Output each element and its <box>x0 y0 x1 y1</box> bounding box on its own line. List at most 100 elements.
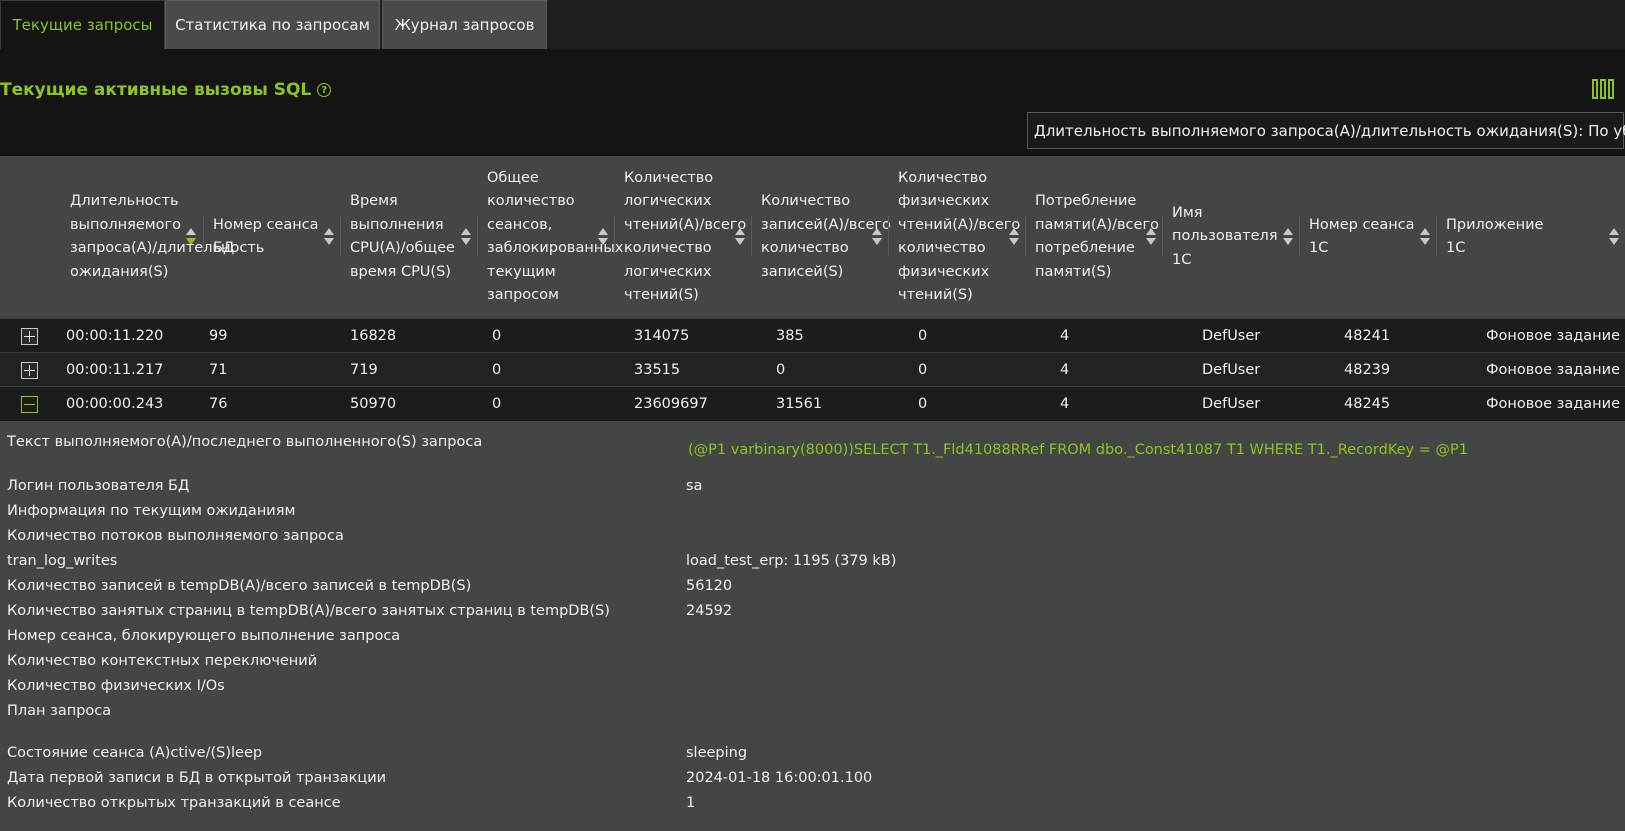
table-cell: 50970 <box>350 396 397 412</box>
table-cell: 4 <box>1060 396 1070 412</box>
table-cell: 71 <box>209 362 228 378</box>
detail-label: Номер сеанса, блокирующего выполнение за… <box>7 628 401 644</box>
column-header[interactable]: Имя пользователя 1С <box>1162 156 1299 318</box>
table-cell: 16828 <box>350 328 397 344</box>
table-row[interactable]: 00:00:11.220 99 16828 0 314075 385 0 4 DefUser 48… <box>0 318 1625 352</box>
detail-value: 1 <box>686 795 696 811</box>
detail-label: Количество контекстных переключений <box>7 653 318 669</box>
sort-arrows-icon[interactable] <box>1146 228 1156 246</box>
column-header-label: Номер сеанса БД <box>213 216 319 257</box>
table-row[interactable]: 00:00:11.217 71 719 0 33515 0 0 4 DefUser 48239 Фо… <box>0 352 1625 386</box>
detail-label: Информация по текущим ожиданиям <box>7 503 296 519</box>
detail-value: load_test_erp: 1195 (379 kB) <box>686 553 897 569</box>
table-cell: DefUser <box>1202 396 1261 412</box>
tab-bar: Текущие запросы Статистика по запросам Ж… <box>0 0 1625 49</box>
detail-label: Текст выполняемого(A)/последнего выполне… <box>7 434 483 450</box>
table-cell: 4 <box>1060 328 1070 344</box>
column-header[interactable]: Количество физических чтений(A)/всего ко… <box>888 156 1025 318</box>
detail-label: Количество записей в tempDB(A)/всего зап… <box>7 578 472 594</box>
table-cell: 719 <box>350 362 378 378</box>
collapse-icon[interactable] <box>21 396 38 413</box>
detail-value: 24592 <box>686 603 733 619</box>
table-cell: 31561 <box>776 396 823 412</box>
column-header[interactable]: Потребление памяти(A)/всего потребление … <box>1025 156 1162 318</box>
table-cell: 0 <box>492 362 502 378</box>
column-header[interactable]: Длительность выполняемого запроса(A)/дли… <box>60 156 264 318</box>
help-circle-icon[interactable]: ? <box>317 83 332 97</box>
column-header-label: Приложение 1С <box>1446 216 1544 257</box>
column-header-label: Количество логических чтений(A)/всего ко… <box>624 169 747 304</box>
table-cell: 48239 <box>1344 362 1391 378</box>
detail-label: План запроса <box>7 703 112 719</box>
table-cell: 0 <box>492 328 502 344</box>
column-header-label: Номер сеанса 1С <box>1309 216 1415 257</box>
sql-text: (@P1 varbinary(8000))SELECT T1._Fld41088… <box>688 442 1468 458</box>
table-cell: 00:00:00.243 <box>66 396 164 412</box>
columns-icon[interactable] <box>1592 79 1614 99</box>
sort-arrows-icon[interactable] <box>1420 228 1430 246</box>
sort-arrows-icon[interactable] <box>1283 228 1293 246</box>
column-header[interactable]: Время выполнения CPU(A)/общее время CPU(… <box>340 156 477 318</box>
table-cell: 00:00:11.217 <box>66 362 164 378</box>
column-header[interactable]: Номер сеанса 1С <box>1299 156 1436 318</box>
table-cell: Фоновое задание <box>1486 396 1620 412</box>
table-cell: DefUser <box>1202 362 1261 378</box>
table-cell: Фоновое задание <box>1486 328 1620 344</box>
column-header[interactable]: Количество записей(A)/всего количество з… <box>751 156 891 318</box>
table-cell: 00:00:11.220 <box>66 328 164 344</box>
sort-arrows-icon[interactable] <box>1609 228 1619 246</box>
column-header[interactable]: Номер сеанса БД <box>203 156 340 318</box>
table-cell: 48241 <box>1344 328 1391 344</box>
table-cell: 33515 <box>634 362 681 378</box>
queries-table: Длительность выполняемого запроса(A)/дли… <box>0 156 1625 420</box>
table-cell: 385 <box>776 328 804 344</box>
detail-value: sa <box>686 478 703 494</box>
tab-current-queries[interactable]: Текущие запросы <box>0 0 165 49</box>
expand-icon[interactable] <box>21 328 38 345</box>
table-cell: Фоновое задание <box>1486 362 1620 378</box>
column-header-label: Имя пользователя 1С <box>1172 204 1278 268</box>
detail-label: Дата первой записи в БД в открытой транз… <box>7 770 387 786</box>
table-cell: 0 <box>918 328 928 344</box>
detail-label: Логин пользователя БД <box>7 478 190 494</box>
table-cell: 0 <box>776 362 786 378</box>
tab-query-statistics[interactable]: Статистика по запросам <box>165 0 380 49</box>
sort-arrows-icon[interactable] <box>872 228 882 246</box>
column-header-label: Время выполнения CPU(A)/общее время CPU(… <box>350 193 455 280</box>
table-cell: 99 <box>209 328 228 344</box>
detail-label: Количество физических I/Os <box>7 678 225 694</box>
column-header[interactable]: Количество логических чтений(A)/всего ко… <box>614 156 751 318</box>
sort-arrows-icon[interactable] <box>186 228 196 246</box>
column-header-label: Количество физических чтений(A)/всего ко… <box>898 169 1021 304</box>
table-row[interactable]: 00:00:00.243 76 50970 0 23609697 31561 0 4 DefUs… <box>0 386 1625 420</box>
detail-label: Состояние сеанса (A)ctive/(S)leep <box>7 745 263 761</box>
table-header: Длительность выполняемого запроса(A)/дли… <box>0 156 1625 318</box>
sort-arrows-icon[interactable] <box>735 228 745 246</box>
sort-arrows-icon[interactable] <box>324 228 334 246</box>
detail-value: sleeping <box>686 745 748 761</box>
table-cell: 0 <box>918 396 928 412</box>
sort-arrows-icon[interactable] <box>598 228 608 246</box>
table-cell: 4 <box>1060 362 1070 378</box>
column-header[interactable]: Общее количество сеансов, заблокированны… <box>477 156 623 318</box>
table-cell: 0 <box>492 396 502 412</box>
sort-arrows-icon[interactable] <box>461 228 471 246</box>
detail-label: Количество открытых транзакций в сеансе <box>7 795 341 811</box>
detail-label: tran_log_writes <box>7 553 118 569</box>
column-header-label: Потребление памяти(A)/всего потребление … <box>1035 193 1159 280</box>
table-cell: 76 <box>209 396 228 412</box>
column-header[interactable]: Приложение 1С <box>1436 156 1625 318</box>
detail-value: 56120 <box>686 578 733 594</box>
table-cell: 0 <box>918 362 928 378</box>
tab-query-log[interactable]: Журнал запросов <box>382 0 547 49</box>
table-body: 00:00:11.220 99 16828 0 314075 385 0 4 DefUser 48… <box>0 318 1625 420</box>
detail-label: Количество занятых страниц в tempDB(A)/в… <box>7 603 610 619</box>
table-cell: 48245 <box>1344 396 1391 412</box>
sort-indicator[interactable]: Длительность выполняемого запроса(A)/дли… <box>1027 112 1625 149</box>
detail-value: 2024-01-18 16:00:01.100 <box>686 770 873 786</box>
table-cell: 23609697 <box>634 396 708 412</box>
expand-icon[interactable] <box>21 362 38 379</box>
section-title: Текущие активные вызовы SQL ? <box>0 80 332 100</box>
detail-label: Количество потоков выполняемого запроса <box>7 528 344 544</box>
sort-arrows-icon[interactable] <box>1009 228 1019 246</box>
